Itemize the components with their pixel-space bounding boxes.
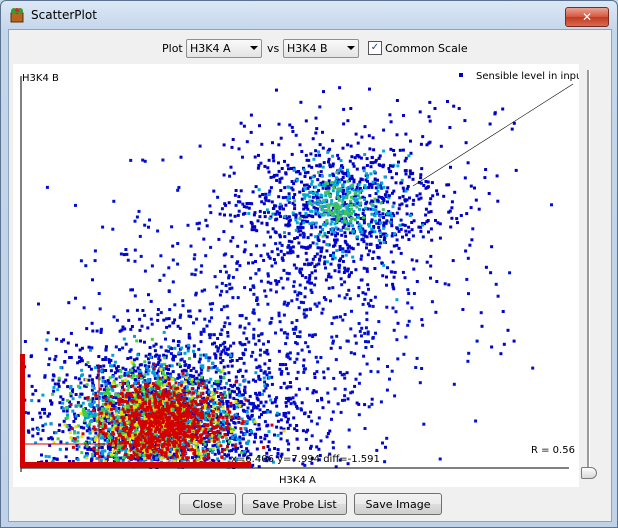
dialog-client: Plot H3K4 A vs H3K4 B ✓ Common Scale H3K… <box>8 29 612 522</box>
x-axis-label: H3K4 A <box>279 475 316 486</box>
sensible-level-line <box>412 83 574 187</box>
check-icon: ✓ <box>370 42 380 53</box>
cursor-readout: x=6.406 y=7.994 diff=-1.591 <box>231 454 380 465</box>
vs-label: vs <box>267 42 280 55</box>
scatter-plot-panel[interactable]: H3K4 B H3K4 A Sensible level in input R … <box>13 64 579 487</box>
common-scale-checkbox[interactable]: ✓ <box>368 41 382 55</box>
save-probe-list-button[interactable]: Save Probe List <box>242 493 347 515</box>
close-icon: ✕ <box>581 10 593 24</box>
x-axis-density-strip <box>21 462 251 468</box>
window-title: ScatterPlot <box>31 8 97 22</box>
correlation-value: R = 0.56 <box>531 445 575 456</box>
y-axis-density-strip <box>20 354 25 468</box>
x-dataset-select[interactable]: H3K4 A <box>186 39 262 58</box>
window-close-button[interactable]: ✕ <box>565 7 609 27</box>
scatterplot-window: ScatterPlot ✕ Plot H3K4 A vs H3K4 B ✓ Co… <box>0 0 618 528</box>
chevron-down-icon <box>250 46 258 50</box>
title-bar[interactable]: ScatterPlot ✕ <box>1 1 617 29</box>
save-image-button[interactable]: Save Image <box>354 493 442 515</box>
legend-label: Sensible level in input <box>476 71 579 82</box>
legend-swatch <box>459 73 463 77</box>
y-axis-label: H3K4 B <box>22 73 59 84</box>
app-icon <box>10 8 24 23</box>
scatter-points <box>23 86 553 469</box>
dot-size-slider-track[interactable] <box>587 70 590 470</box>
plot-label: Plot <box>162 42 183 55</box>
y-dataset-value: H3K4 B <box>287 42 328 55</box>
common-scale-label: Common Scale <box>385 42 468 55</box>
plot-controls: Plot H3K4 A vs H3K4 B ✓ Common Scale <box>9 30 611 64</box>
close-button[interactable]: Close <box>179 493 236 515</box>
button-row: Close Save Probe List Save Image <box>9 493 611 519</box>
dot-size-slider-thumb[interactable] <box>581 467 597 479</box>
x-dataset-value: H3K4 A <box>190 42 231 55</box>
y-dataset-select[interactable]: H3K4 B <box>283 39 359 58</box>
scatter-plot[interactable]: H3K4 B H3K4 A Sensible level in input R … <box>13 64 579 487</box>
chevron-down-icon <box>347 46 355 50</box>
